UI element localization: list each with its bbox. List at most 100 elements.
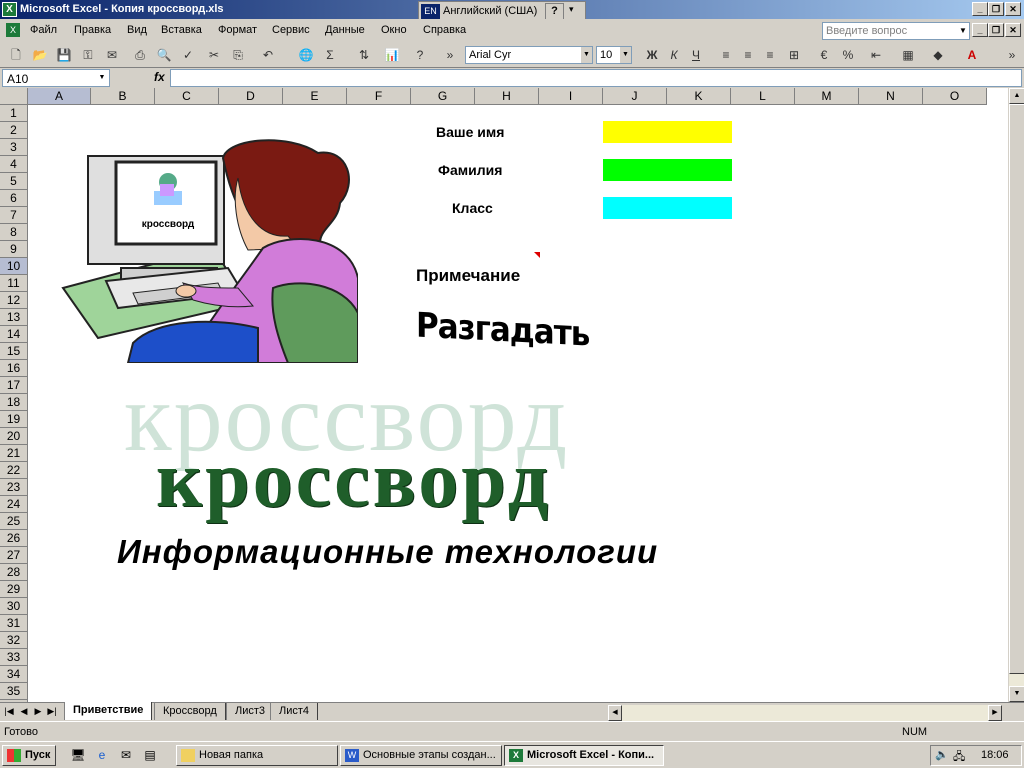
show-desktop-icon[interactable]: 🖥 <box>70 747 86 763</box>
vertical-scrollbar[interactable]: ▲ ▼ <box>1008 88 1024 702</box>
workbook-icon[interactable]: X <box>6 23 20 37</box>
row-header[interactable]: 19 <box>0 411 28 428</box>
row-header[interactable]: 12 <box>0 292 28 309</box>
row-header[interactable]: 10 <box>0 258 28 275</box>
decrease-indent-icon[interactable]: ⇤ <box>866 46 886 64</box>
question-input[interactable]: Введите вопрос ▼ <box>822 22 970 40</box>
comment-indicator-icon[interactable] <box>534 252 540 258</box>
row-header[interactable]: 30 <box>0 598 28 615</box>
italic-icon[interactable]: К <box>664 46 684 64</box>
row-header[interactable]: 9 <box>0 241 28 258</box>
spelling-icon[interactable]: ✓ <box>178 46 198 64</box>
next-sheet-icon[interactable]: ▶ <box>32 706 44 717</box>
row-header[interactable]: 32 <box>0 632 28 649</box>
row-header[interactable]: 20 <box>0 428 28 445</box>
tab-sheet4[interactable]: Лист4 <box>270 703 319 720</box>
start-button[interactable]: Пуск <box>2 745 56 766</box>
menu-view[interactable]: Вид <box>127 24 147 36</box>
language-code[interactable]: EN <box>421 4 440 19</box>
doc-close-button[interactable]: ✕ <box>1005 23 1021 37</box>
font-select[interactable]: Arial Cyr ▼ <box>465 46 593 64</box>
copy-icon[interactable]: ⎘ <box>228 46 248 64</box>
volume-icon[interactable]: 🔈 <box>935 748 949 761</box>
row-header[interactable]: 29 <box>0 581 28 598</box>
bold-icon[interactable]: Ж <box>642 46 662 64</box>
row-header[interactable]: 6 <box>0 190 28 207</box>
row-header[interactable]: 17 <box>0 377 28 394</box>
tab-crossword[interactable]: Кроссворд <box>154 703 226 720</box>
row-header[interactable]: 5 <box>0 173 28 190</box>
column-header[interactable]: F <box>347 88 411 105</box>
print-icon[interactable]: ⎙ <box>130 46 150 64</box>
chevron-down-icon[interactable]: ▼ <box>95 70 109 86</box>
column-header[interactable]: J <box>603 88 667 105</box>
percent-icon[interactable]: % <box>838 46 858 64</box>
fill-color-icon[interactable]: ◆ <box>928 46 948 64</box>
chevron-down-icon[interactable]: ▼ <box>581 47 592 63</box>
row-header[interactable]: 25 <box>0 513 28 530</box>
column-header[interactable]: A <box>28 88 91 105</box>
horizontal-scrollbar[interactable]: ◀ ▶ <box>608 705 1002 721</box>
name-box[interactable]: A10 ▼ <box>2 69 110 87</box>
row-header[interactable]: 2 <box>0 122 28 139</box>
scroll-down-icon[interactable]: ▼ <box>1009 686 1024 702</box>
print-preview-icon[interactable]: 🔍 <box>154 46 174 64</box>
sheet-area[interactable]: кроссворд Ваше имя Фамилия Класс Примеча… <box>28 105 1008 702</box>
row-header[interactable]: 21 <box>0 445 28 462</box>
menu-format[interactable]: Формат <box>218 24 257 36</box>
menu-window[interactable]: Окно <box>381 24 407 36</box>
scroll-left-icon[interactable]: ◀ <box>608 705 622 721</box>
column-header[interactable]: L <box>731 88 795 105</box>
scroll-thumb[interactable] <box>1009 104 1024 674</box>
row-header[interactable]: 3 <box>0 139 28 156</box>
row-header[interactable]: 16 <box>0 360 28 377</box>
first-sheet-icon[interactable]: |◀ <box>3 706 15 717</box>
close-button[interactable]: ✕ <box>1005 2 1021 16</box>
toolbar-options-icon[interactable]: » <box>440 46 460 64</box>
align-left-icon[interactable]: ≡ <box>716 46 736 64</box>
menu-file[interactable]: Файл <box>30 24 57 36</box>
menu-edit[interactable]: Правка <box>74 24 111 36</box>
menu-data[interactable]: Данные <box>325 24 365 36</box>
row-header[interactable]: 35 <box>0 683 28 700</box>
row-header[interactable]: 26 <box>0 530 28 547</box>
row-header[interactable]: 18 <box>0 394 28 411</box>
autosum-icon[interactable]: Σ <box>320 46 340 64</box>
row-header[interactable]: 4 <box>0 156 28 173</box>
help-assistant-icon[interactable]: ? <box>410 46 430 64</box>
email-icon[interactable]: ✉ <box>102 46 122 64</box>
network-icon[interactable]: 🖧 <box>953 748 965 767</box>
tab-greeting[interactable]: Приветствие <box>64 702 153 720</box>
internet-explorer-icon[interactable]: e <box>94 747 110 763</box>
media-player-icon[interactable]: ▤ <box>142 747 158 763</box>
chart-wizard-icon[interactable]: 📊 <box>382 46 402 64</box>
align-right-icon[interactable]: ≡ <box>760 46 780 64</box>
row-header[interactable]: 11 <box>0 275 28 292</box>
column-header[interactable]: G <box>411 88 475 105</box>
chevron-down-icon[interactable]: ▼ <box>620 47 631 63</box>
column-header[interactable]: C <box>155 88 219 105</box>
column-header[interactable]: D <box>219 88 283 105</box>
sort-icon[interactable]: ⇅ <box>354 46 374 64</box>
column-header[interactable]: B <box>91 88 155 105</box>
row-header[interactable]: 8 <box>0 224 28 241</box>
solve-wordart-button[interactable]: Разгадать <box>416 306 589 355</box>
column-header[interactable]: N <box>859 88 923 105</box>
align-center-icon[interactable]: ≡ <box>738 46 758 64</box>
column-header[interactable]: I <box>539 88 603 105</box>
row-header[interactable]: 15 <box>0 343 28 360</box>
clock[interactable]: 18:06 <box>981 749 1009 761</box>
permission-icon[interactable]: ⚿ <box>78 46 98 64</box>
formula-input[interactable] <box>170 69 1022 87</box>
excel-app-icon[interactable]: X <box>2 2 17 17</box>
restore-button[interactable]: ❐ <box>988 2 1004 16</box>
minimize-button[interactable]: _ <box>972 2 988 16</box>
column-header[interactable]: O <box>923 88 987 105</box>
row-header[interactable]: 14 <box>0 326 28 343</box>
row-header[interactable]: 33 <box>0 649 28 666</box>
row-header[interactable]: 13 <box>0 309 28 326</box>
taskbar-button-new-folder[interactable]: Новая папка <box>176 745 338 766</box>
row-header[interactable]: 24 <box>0 496 28 513</box>
borders-icon[interactable]: ▦ <box>898 46 918 64</box>
row-header[interactable]: 1 <box>0 105 28 122</box>
